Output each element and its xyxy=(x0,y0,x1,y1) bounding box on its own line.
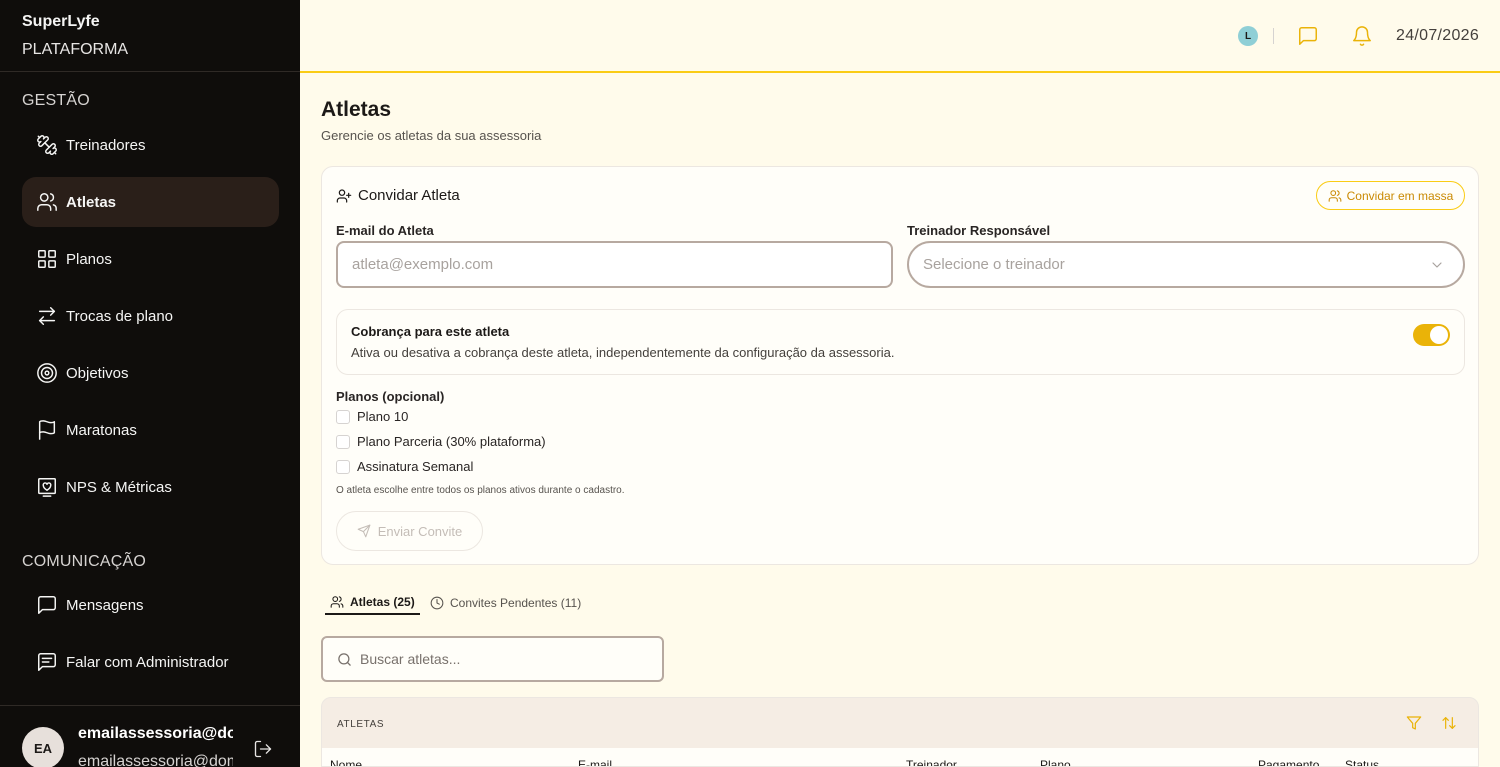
tab-convites-pendentes[interactable]: Convites Pendentes (11) xyxy=(425,590,586,615)
sidebar-item-objetivos[interactable]: Objetivos xyxy=(22,348,279,398)
sidebar-item-nps-metricas[interactable]: NPS & Métricas xyxy=(22,462,279,512)
header-divider xyxy=(1273,28,1274,44)
send-invite-button[interactable]: Enviar Convite xyxy=(336,511,483,551)
user-profile: EA emailassessoria@dominio.com emailasse… xyxy=(0,705,300,767)
logout-icon[interactable] xyxy=(253,739,273,759)
sidebar-item-falar-com-administrador[interactable]: Falar com Administrador xyxy=(22,637,279,687)
billing-setting: Cobrança para este atleta Ativa ou desat… xyxy=(336,309,1465,375)
billing-description: Ativa ou desativa a cobrança deste atlet… xyxy=(351,345,895,360)
invite-card-title-text: Convidar Atleta xyxy=(358,187,460,204)
column-header-treinador[interactable]: Treinador xyxy=(906,758,957,766)
heart-monitor-icon xyxy=(36,476,58,498)
sidebar-item-treinadores[interactable]: Treinadores xyxy=(22,120,279,170)
billing-title: Cobrança para este atleta xyxy=(351,324,510,339)
mass-invite-button[interactable]: Convidar em massa xyxy=(1316,181,1465,210)
sidebar-item-label: Falar com Administrador xyxy=(66,653,229,671)
brand: SuperLyfe PLATAFORMA xyxy=(0,0,300,72)
users-icon xyxy=(330,595,344,609)
plan-option-label: Plano 10 xyxy=(357,409,409,424)
filter-icon[interactable] xyxy=(1406,715,1422,731)
column-header-status[interactable]: Status xyxy=(1345,758,1379,766)
invite-athlete-card: Convidar Atleta Convidar em massa E-mail… xyxy=(321,166,1479,565)
toggle-knob xyxy=(1430,326,1448,344)
page-subtitle: Gerencie os atletas da sua assessoria xyxy=(321,128,542,143)
flag-icon xyxy=(36,419,58,441)
avatar[interactable]: EA xyxy=(22,727,64,767)
plan-option[interactable]: Assinatura Semanal xyxy=(336,459,473,474)
plan-checkbox[interactable] xyxy=(336,459,350,474)
email-field-label: E-mail do Atleta xyxy=(336,223,434,238)
sidebar-item-label: Treinadores xyxy=(66,136,146,154)
column-header-email[interactable]: E-mail xyxy=(578,758,612,766)
sort-icon[interactable] xyxy=(1441,715,1457,731)
sidebar-item-atletas[interactable]: Atletas xyxy=(22,177,279,227)
send-icon xyxy=(357,524,371,538)
sidebar-item-label: NPS & Métricas xyxy=(66,478,172,496)
search-input[interactable] xyxy=(360,651,640,667)
sidebar-item-trocas-de-plano[interactable]: Trocas de plano xyxy=(22,291,279,341)
plans-hint: O atleta escolhe entre todos os planos a… xyxy=(336,485,625,496)
sidebar-item-label: Mensagens xyxy=(66,596,144,614)
users-icon xyxy=(36,191,58,213)
column-header-pagamento[interactable]: Pagamento xyxy=(1258,758,1319,766)
table-header: Nome E-mail Treinador Plano Pagamento St… xyxy=(322,748,1478,766)
invite-card-title: Convidar Atleta xyxy=(336,187,460,204)
plan-option[interactable]: Plano Parceria (30% plataforma) xyxy=(336,434,546,449)
trainer-field-label: Treinador Responsável xyxy=(907,223,1051,238)
user-plus-icon xyxy=(336,188,352,204)
plan-option-label: Plano Parceria (30% plataforma) xyxy=(357,434,546,449)
plan-option-label: Assinatura Semanal xyxy=(357,459,474,474)
sidebar-item-label: Atletas xyxy=(66,193,117,211)
sidebar-item-label: Planos xyxy=(66,250,112,268)
column-header-plano[interactable]: Plano xyxy=(1040,758,1071,766)
section-title-comunicacao: COMUNICAÇÃO xyxy=(22,553,146,570)
tab-atletas[interactable]: Atletas (25) xyxy=(325,590,420,615)
mass-invite-label: Convidar em massa xyxy=(1346,188,1454,203)
search-box xyxy=(321,636,664,682)
plan-checkbox[interactable] xyxy=(336,409,350,424)
sidebar-item-label: Maratonas xyxy=(66,421,137,439)
send-invite-label: Enviar Convite xyxy=(377,523,463,539)
page-title: Atletas xyxy=(321,98,392,121)
sidebar-item-planos[interactable]: Planos xyxy=(22,234,279,284)
column-header-nome[interactable]: Nome xyxy=(330,758,362,766)
user-email: emailassessoria@dominio.com xyxy=(78,753,233,767)
header-date: 24/07/2026 xyxy=(1396,27,1480,44)
sidebar-item-label: Objetivos xyxy=(66,364,129,382)
users-icon xyxy=(1328,189,1342,203)
swap-icon xyxy=(36,305,58,327)
sidebar-item-label: Trocas de plano xyxy=(66,307,174,325)
section-title-gestao: GESTÃO xyxy=(22,92,90,109)
email-field[interactable] xyxy=(336,241,893,288)
message-text-icon xyxy=(36,651,58,673)
brand-subtitle: PLATAFORMA xyxy=(22,41,129,58)
sidebar: SuperLyfe PLATAFORMA GESTÃO Treinadores … xyxy=(0,0,300,767)
search-icon xyxy=(337,652,352,667)
header-avatar[interactable]: L xyxy=(1238,26,1258,46)
sidebar-item-mensagens[interactable]: Mensagens xyxy=(22,580,279,630)
plans-label: Planos (opcional) xyxy=(336,389,445,404)
grid-icon xyxy=(36,248,58,270)
sidebar-item-maratonas[interactable]: Maratonas xyxy=(22,405,279,455)
top-header: L 24/07/2026 xyxy=(300,0,1500,73)
dumbbell-icon xyxy=(36,134,58,156)
plan-option[interactable]: Plano 10 xyxy=(336,409,408,424)
clock-icon xyxy=(430,596,444,610)
tab-label: Atletas (25) xyxy=(350,594,415,609)
tab-label: Convites Pendentes (11) xyxy=(450,595,582,610)
trainer-select-value: Selecione o treinador xyxy=(923,256,1065,273)
user-name: emailassessoria@dominio.com xyxy=(78,725,233,742)
table-caption: ATLETAS xyxy=(337,719,385,730)
billing-toggle[interactable] xyxy=(1413,324,1450,346)
chevron-down-icon xyxy=(1429,257,1445,273)
brand-name: SuperLyfe xyxy=(22,13,100,30)
plan-checkbox[interactable] xyxy=(336,434,350,449)
trainer-select[interactable]: Selecione o treinador xyxy=(907,241,1465,288)
athletes-table: ATLETAS Nome E-mail Treinador Plano Paga… xyxy=(321,697,1479,767)
message-icon xyxy=(36,594,58,616)
message-icon[interactable] xyxy=(1297,25,1319,47)
target-icon xyxy=(36,362,58,384)
bell-icon[interactable] xyxy=(1351,25,1373,47)
